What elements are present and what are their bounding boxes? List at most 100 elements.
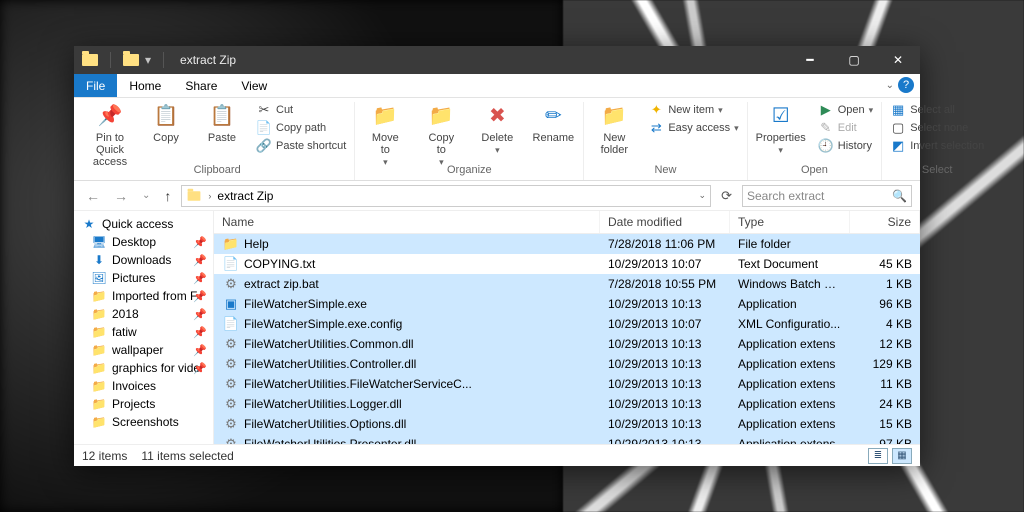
tab-view[interactable]: View <box>229 74 279 97</box>
window-title: extract Zip <box>180 53 236 67</box>
copy-path-button[interactable]: 📄Copy path <box>256 120 346 136</box>
file-row[interactable]: 📄FileWatcherSimple.exe.config10/29/2013 … <box>214 314 920 334</box>
group-new-label: New <box>654 162 676 178</box>
file-row[interactable]: ⚙extract zip.bat7/28/2018 10:55 PMWindow… <box>214 274 920 294</box>
view-details-button[interactable]: ≣ <box>868 448 888 464</box>
pin-icon: 📌 <box>193 290 207 303</box>
file-list[interactable]: 📁Help7/28/2018 11:06 PMFile folder📄COPYI… <box>214 234 920 444</box>
qat-overflow[interactable]: ▾ <box>145 53 151 67</box>
file-icon: ⚙ <box>222 376 240 392</box>
back-button[interactable]: ← <box>82 188 104 204</box>
file-row[interactable]: ⚙FileWatcherUtilities.Presenter.dll10/29… <box>214 434 920 444</box>
recent-button[interactable]: ⌄ <box>138 190 154 201</box>
cut-button[interactable]: ✂Cut <box>256 102 346 118</box>
navigation-pane[interactable]: ★Quick access 🖥Desktop📌⬇Downloads📌🖼Pictu… <box>74 211 214 444</box>
sidebar-item[interactable]: 📁2018📌 <box>74 305 213 323</box>
sidebar-item[interactable]: 📁Projects <box>74 395 213 413</box>
sidebar-item[interactable]: 📁graphics for vide📌 <box>74 359 213 377</box>
new-folder-button[interactable]: 📁New folder <box>592 102 636 156</box>
open-button[interactable]: ▶Open ▾ <box>818 102 873 118</box>
properties-button[interactable]: ☑Properties▾ <box>756 102 806 156</box>
sidebar-item[interactable]: 📁Invoices <box>74 377 213 395</box>
column-headers[interactable]: Name Date modified Type Size <box>214 211 920 234</box>
file-icon: 📄 <box>222 316 240 332</box>
status-selected-count: 11 items selected <box>141 449 234 463</box>
close-button[interactable]: ✕ <box>876 46 920 74</box>
col-date[interactable]: Date modified <box>600 211 730 233</box>
file-row[interactable]: 📄COPYING.txt10/29/2013 10:07Text Documen… <box>214 254 920 274</box>
file-name: FileWatcherUtilities.Options.dll <box>244 417 406 431</box>
new-item-button[interactable]: ✦New item ▾ <box>648 102 738 118</box>
view-icons-button[interactable]: ▦ <box>892 448 912 464</box>
invert-selection-button[interactable]: ◩Invert selection <box>890 138 984 154</box>
file-row[interactable]: ⚙FileWatcherUtilities.Common.dll10/29/20… <box>214 334 920 354</box>
file-date: 10/29/2013 10:13 <box>600 417 730 431</box>
selectall-icon: ▦ <box>890 102 906 118</box>
help-icon[interactable]: ? <box>898 77 914 93</box>
easy-access-button[interactable]: ⇄Easy access ▾ <box>648 120 738 136</box>
copy-to-button[interactable]: 📁Copy to▾ <box>419 102 463 168</box>
sidebar-item-icon: 📁 <box>92 415 106 429</box>
title-bar[interactable]: ▾ extract Zip ━ ▢ ✕ <box>74 46 920 74</box>
col-type[interactable]: Type <box>730 211 850 233</box>
history-button[interactable]: 🕘History <box>818 138 873 154</box>
tab-file[interactable]: File <box>74 74 117 97</box>
rename-icon: ✏ <box>539 102 567 130</box>
tab-home[interactable]: Home <box>117 74 173 97</box>
paste-shortcut-button[interactable]: 🔗Paste shortcut <box>256 138 346 154</box>
paste-button[interactable]: 📋Paste <box>200 102 244 144</box>
address-bar[interactable]: › extract Zip ⌄ <box>181 185 711 207</box>
ribbon-collapse-icon[interactable]: ⌄ <box>886 80 894 91</box>
sidebar-item-label: fatiw <box>112 325 137 339</box>
up-button[interactable]: ↑ <box>160 188 175 204</box>
file-row[interactable]: 📁Help7/28/2018 11:06 PMFile folder <box>214 234 920 254</box>
file-row[interactable]: ⚙FileWatcherUtilities.Logger.dll10/29/20… <box>214 394 920 414</box>
forward-button[interactable]: → <box>110 188 132 204</box>
breadcrumb[interactable]: extract Zip <box>217 189 273 203</box>
file-name: FileWatcherUtilities.Common.dll <box>244 337 414 351</box>
select-all-button[interactable]: ▦Select all <box>890 102 984 118</box>
file-row[interactable]: ⚙FileWatcherUtilities.Controller.dll10/2… <box>214 354 920 374</box>
sidebar-quick-access[interactable]: ★Quick access <box>74 215 213 233</box>
file-row[interactable]: ⚙FileWatcherUtilities.Options.dll10/29/2… <box>214 414 920 434</box>
col-name[interactable]: Name <box>214 211 600 233</box>
address-dropdown-icon[interactable]: ⌄ <box>699 190 707 201</box>
qat-folder-icon[interactable] <box>123 54 139 66</box>
sidebar-item[interactable]: ⬇Downloads📌 <box>74 251 213 269</box>
tab-share[interactable]: Share <box>173 74 229 97</box>
sidebar-item-label: Downloads <box>112 253 171 267</box>
col-size[interactable]: Size <box>850 211 920 233</box>
invert-icon: ◩ <box>890 138 906 154</box>
file-row[interactable]: ⚙FileWatcherUtilities.FileWatcherService… <box>214 374 920 394</box>
file-icon: 📄 <box>222 256 240 272</box>
chevron-right-icon[interactable]: › <box>208 191 211 201</box>
sidebar-item[interactable]: 📁Screenshots <box>74 413 213 431</box>
maximize-button[interactable]: ▢ <box>832 46 876 74</box>
sidebar-item-label: Imported from F <box>112 289 197 303</box>
file-name: FileWatcherSimple.exe.config <box>244 317 402 331</box>
pin-to-quick-access-button[interactable]: 📌Pin to Quick access <box>88 102 132 168</box>
pin-icon: 📌 <box>193 272 207 285</box>
sidebar-item[interactable]: 📁wallpaper📌 <box>74 341 213 359</box>
file-row[interactable]: ▣FileWatcherSimple.exe10/29/2013 10:13Ap… <box>214 294 920 314</box>
address-bar-row: ← → ⌄ ↑ › extract Zip ⌄ ⟳ Search extract… <box>74 181 920 211</box>
select-none-button[interactable]: ▢Select none <box>890 120 984 136</box>
file-icon: ⚙ <box>222 396 240 412</box>
file-date: 10/29/2013 10:13 <box>600 337 730 351</box>
move-to-button[interactable]: 📁Move to▾ <box>363 102 407 168</box>
sidebar-item[interactable]: 📁fatiw📌 <box>74 323 213 341</box>
file-icon: ⚙ <box>222 436 240 444</box>
rename-button[interactable]: ✏Rename <box>531 102 575 144</box>
delete-icon: ✖ <box>483 102 511 130</box>
search-input[interactable]: Search extract 🔍 <box>742 185 912 207</box>
minimize-button[interactable]: ━ <box>788 46 832 74</box>
sidebar-item[interactable]: 🖼Pictures📌 <box>74 269 213 287</box>
file-type: Application extens <box>730 437 850 444</box>
sidebar-item[interactable]: 🖥Desktop📌 <box>74 233 213 251</box>
refresh-button[interactable]: ⟳ <box>717 188 736 204</box>
sidebar-item[interactable]: 📁Imported from F📌 <box>74 287 213 305</box>
delete-button[interactable]: ✖Delete▾ <box>475 102 519 156</box>
app-icon <box>82 54 98 66</box>
copy-button[interactable]: 📋Copy <box>144 102 188 144</box>
edit-button[interactable]: ✎Edit <box>818 120 873 136</box>
